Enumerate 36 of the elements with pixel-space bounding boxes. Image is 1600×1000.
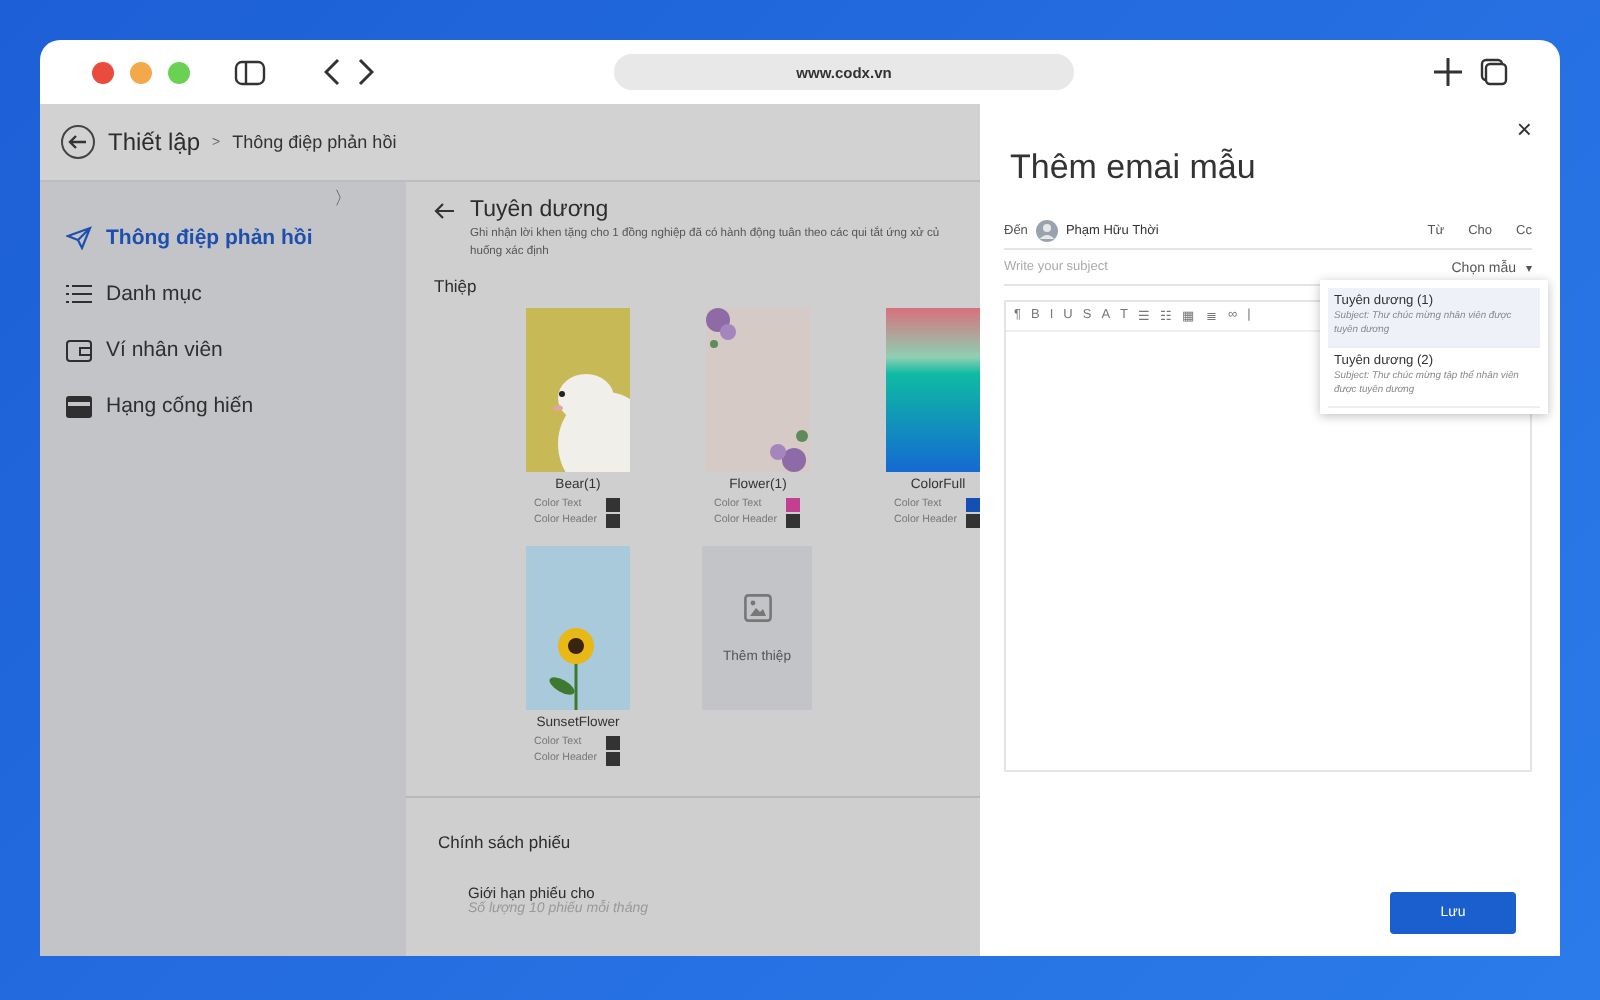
color-swatch[interactable] — [606, 513, 620, 527]
page-title: Thiết lập — [108, 128, 201, 156]
avatar — [1035, 219, 1058, 241]
paper-plane-icon — [66, 226, 92, 250]
list-icon — [66, 284, 92, 304]
card-icon — [66, 395, 92, 417]
image-icon — [743, 593, 771, 621]
close-window-dot[interactable] — [92, 61, 114, 83]
color-swatch[interactable] — [606, 497, 620, 511]
collapse-toggle[interactable]: 〉 — [334, 186, 352, 212]
color-swatch[interactable] — [966, 513, 980, 527]
sidebar-item[interactable]: Hạng cống hiến — [40, 378, 406, 434]
close-button[interactable]: × — [1516, 116, 1532, 142]
minimize-window-dot[interactable] — [130, 61, 152, 83]
section-heading: Chính sách phiếu — [438, 832, 573, 852]
sidebar-item[interactable]: Danh mục — [40, 266, 406, 322]
color-swatch[interactable] — [786, 497, 800, 511]
breadcrumb-link[interactable]: Thông điệp phản hồi — [232, 132, 397, 152]
color-swatch[interactable] — [786, 513, 800, 527]
color-swatch[interactable] — [606, 735, 620, 749]
color-swatch[interactable] — [606, 751, 620, 765]
color-swatch[interactable] — [966, 497, 980, 511]
sidebar-item[interactable]: Ví nhân viên — [40, 322, 406, 378]
new-tab-icon[interactable] — [1434, 58, 1462, 86]
maximize-window-dot[interactable] — [168, 61, 190, 83]
wallet-icon — [66, 339, 92, 361]
drawer-title: Thêm emai mẫu — [1010, 148, 1258, 188]
section-heading: Thiệp — [434, 276, 479, 296]
back-icon[interactable] — [60, 124, 96, 160]
tabs-icon[interactable] — [1480, 58, 1508, 86]
back-arrow-icon[interactable] — [434, 201, 454, 219]
sidebar-item[interactable]: Thông điệp phản hồi — [40, 210, 406, 266]
section-title: Tuyên dương — [470, 198, 609, 222]
forward-icon[interactable] — [358, 58, 374, 86]
sidebar-icon[interactable] — [234, 59, 266, 85]
back-icon[interactable] — [324, 58, 340, 86]
